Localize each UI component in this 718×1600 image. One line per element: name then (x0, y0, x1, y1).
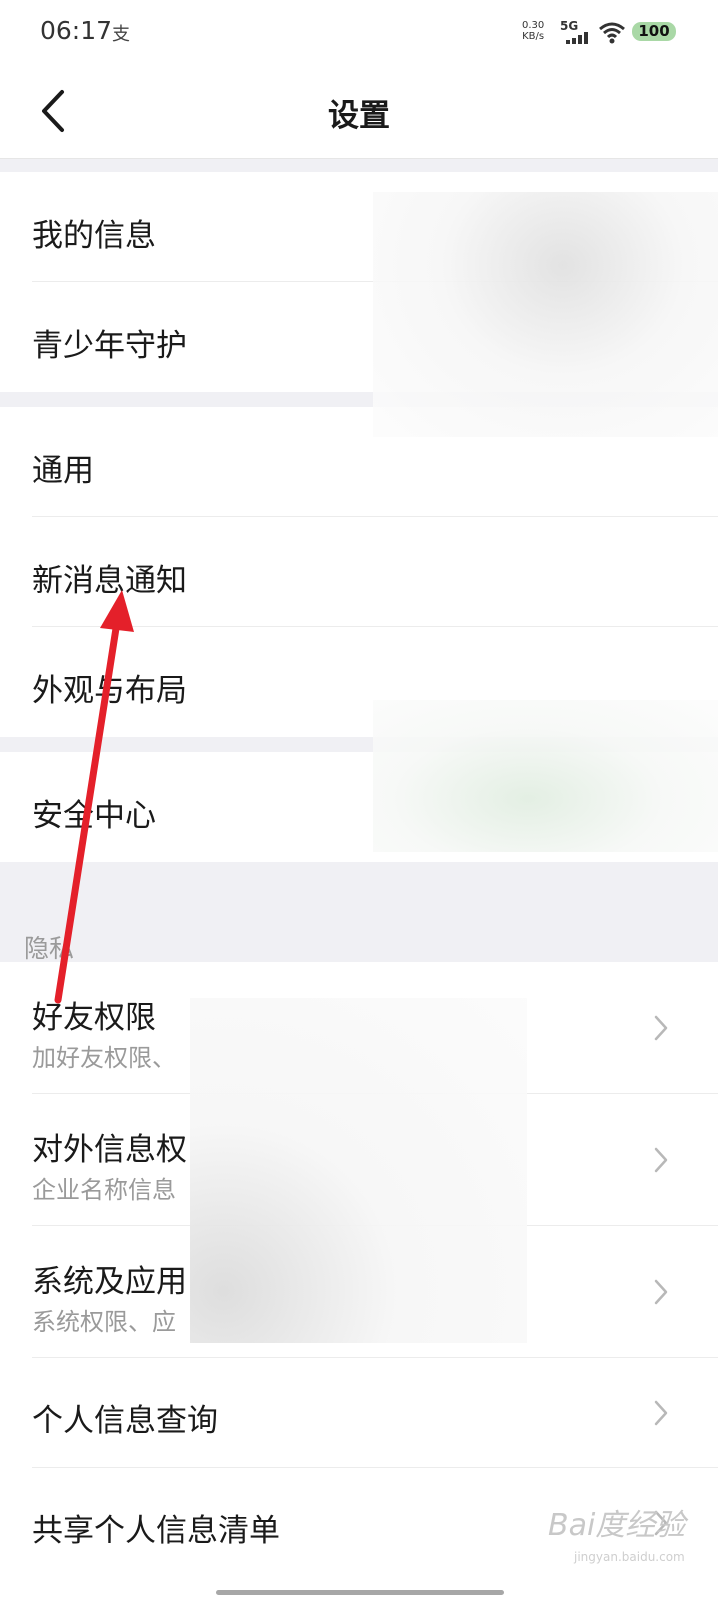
privacy-item-label: 好友权限 (32, 1000, 156, 1036)
settings-item-label: 通用 (32, 453, 94, 489)
settings-item-general[interactable]: 通用 (0, 407, 718, 517)
privacy-item-label: 系统及应用 (32, 1264, 187, 1300)
privacy-item-friend-permissions[interactable]: 好友权限 加好友权限、 (0, 962, 718, 1094)
chevron-right-icon (654, 1400, 668, 1426)
net-speed: 0.30 KB/s (522, 20, 544, 42)
privacy-item-personal-info-query[interactable]: 个人信息查询 (0, 1358, 718, 1468)
status-time: 06:17 (40, 16, 113, 45)
battery-indicator: 100 (632, 22, 676, 41)
settings-item-label: 安全中心 (32, 798, 156, 834)
chevron-right-icon (654, 1015, 668, 1041)
settings-item-new-message-notification[interactable]: 新消息通知 (0, 517, 718, 627)
home-indicator[interactable] (216, 1590, 504, 1595)
settings-item-label: 青少年守护 (32, 328, 187, 364)
privacy-item-external-info-permissions[interactable]: 对外信息权 企业名称信息 (0, 1094, 718, 1226)
privacy-item-subtitle: 企业名称信息 (32, 1176, 176, 1204)
privacy-section-header (0, 862, 718, 962)
section-title-privacy: 隐私 (24, 934, 75, 963)
privacy-item-label: 对外信息权 (32, 1132, 187, 1168)
settings-item-label: 我的信息 (32, 218, 156, 254)
network-type: 5G (560, 19, 579, 33)
settings-item-my-info[interactable]: 我的信息 (0, 172, 718, 282)
privacy-item-subtitle: 系统权限、应 (32, 1308, 176, 1336)
settings-item-appearance-layout[interactable]: 外观与布局 (0, 627, 718, 737)
settings-item-youth-protection[interactable]: 青少年守护 (0, 282, 718, 392)
net-speed-unit: KB/s (522, 31, 545, 42)
status-bar: 06:17 支 0.30 KB/s 5G 100 (0, 0, 718, 64)
signal-icon (566, 32, 588, 44)
settings-item-security-center[interactable]: 安全中心 (0, 752, 718, 862)
section-gap (0, 737, 718, 752)
settings-item-label: 外观与布局 (32, 673, 187, 709)
privacy-item-label: 共享个人信息清单 (32, 1513, 280, 1549)
page-title: 设置 (328, 98, 390, 134)
baidu-watermark: Bai度经验 (548, 1508, 686, 1543)
wifi-icon (599, 22, 625, 44)
privacy-item-system-app-permissions[interactable]: 系统及应用 系统权限、应 (0, 1226, 718, 1358)
baidu-watermark-url: jingyan.baidu.com (574, 1550, 685, 1564)
section-gap (0, 159, 718, 172)
nav-bar: 设置 (0, 64, 718, 159)
privacy-item-label: 个人信息查询 (32, 1403, 218, 1439)
chevron-right-icon (654, 1279, 668, 1305)
settings-item-label: 新消息通知 (32, 563, 187, 599)
chevron-right-icon (654, 1147, 668, 1173)
section-gap (0, 392, 718, 407)
alipay-status-icon: 支 (112, 24, 130, 45)
net-speed-value: 0.30 (522, 20, 545, 31)
privacy-item-subtitle: 加好友权限、 (32, 1044, 176, 1072)
